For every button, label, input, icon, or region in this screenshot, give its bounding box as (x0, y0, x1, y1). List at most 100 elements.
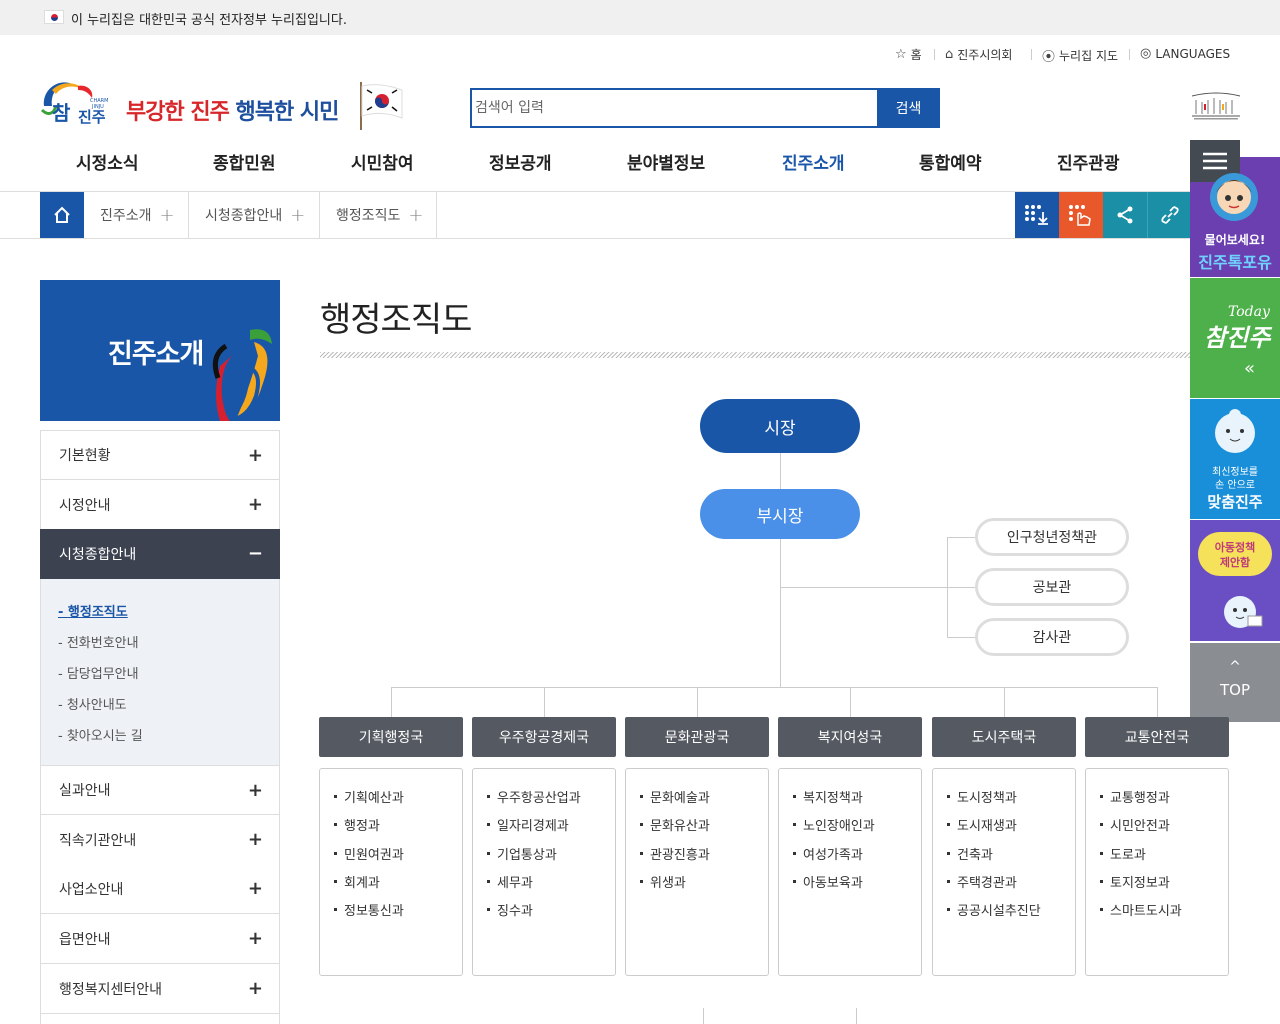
gnb-item[interactable]: 시정소식 (76, 149, 139, 174)
page-title: 행정조직도 (320, 300, 472, 340)
org-dept[interactable]: 문화예술과 (640, 787, 768, 815)
lnb-sub-item[interactable]: - 전화번호안내 (58, 632, 139, 651)
share-button[interactable] (1103, 192, 1147, 238)
org-dept[interactable]: 시민안전과 (1100, 815, 1228, 843)
org-dept[interactable]: 아동보육과 (793, 872, 921, 900)
org-line (703, 1008, 704, 1024)
org-dept[interactable]: 도로과 (1100, 844, 1228, 872)
org-dept[interactable]: 여성가족과 (793, 844, 921, 872)
divider (1031, 49, 1032, 60)
util-sitemap-link[interactable]: ⦿ 누리집 지도 (1042, 46, 1118, 65)
org-bureau[interactable]: 우주항공경제국 (472, 717, 616, 757)
plus-icon: + (247, 779, 263, 801)
lnb-item[interactable]: 시정안내 + (40, 480, 280, 530)
org-dept[interactable]: 건축과 (947, 844, 1075, 872)
org-line (947, 637, 975, 638)
lnb-sub-item[interactable]: - 청사안내도 (58, 694, 127, 713)
lnb-item[interactable]: 행정복지센터안내 + (40, 964, 280, 1014)
link-copy-button[interactable] (1147, 192, 1191, 238)
gnb-item[interactable]: 시민참여 (351, 149, 414, 174)
gnb-item[interactable]: 종합민원 (213, 149, 276, 174)
svg-text:JINJU: JINJU (91, 104, 104, 110)
download-button[interactable] (1015, 192, 1059, 238)
org-bureau[interactable]: 기획행정국 (319, 717, 463, 757)
util-council-link[interactable]: ⌂ 진주시의회 (945, 46, 1012, 63)
child-policy-banner[interactable]: 아동정책 제안함 (1190, 520, 1280, 641)
gnb-item-active[interactable]: 진주소개 (782, 149, 845, 174)
org-vice-mayor[interactable]: 부시장 (700, 489, 860, 539)
breadcrumb-item[interactable]: 행정조직도 + (320, 192, 437, 238)
mascot-icon (1224, 596, 1263, 628)
lnb-sub-item[interactable]: - 담당업무안내 (58, 663, 139, 682)
lnb-item (40, 1013, 280, 1024)
plus-icon: + (159, 204, 175, 226)
org-dept[interactable]: 노인장애인과 (793, 815, 921, 843)
gnb-item[interactable]: 정보공개 (489, 149, 552, 174)
org-dept[interactable]: 도시재생과 (947, 815, 1075, 843)
home-icon (54, 206, 70, 223)
org-dept[interactable]: 우주항공산업과 (487, 787, 615, 815)
org-dept[interactable]: 교통행정과 (1100, 787, 1228, 815)
breadcrumb-item[interactable]: 시청종합안내 + (189, 192, 320, 238)
lnb-item[interactable]: 기본현황 + (40, 430, 280, 480)
org-dept[interactable]: 세무과 (487, 872, 615, 900)
breadcrumb-item[interactable]: 진주소개 + (84, 192, 189, 238)
city-of-creativity-logo-icon[interactable] (1188, 88, 1244, 122)
util-home-link[interactable]: ☆ 홈 (895, 46, 922, 63)
org-dept-list: 기획예산과 행정과 민원여권과 회계과 정보통신과 (319, 768, 463, 976)
org-line (780, 587, 948, 588)
top-button[interactable]: ^ TOP (1190, 643, 1280, 722)
org-bureau[interactable]: 문화관광국 (625, 717, 769, 757)
org-dept[interactable]: 관광진흥과 (640, 844, 768, 872)
org-dept[interactable]: 도시정책과 (947, 787, 1075, 815)
search-input[interactable] (472, 90, 878, 126)
org-dept[interactable]: 문화유산과 (640, 815, 768, 843)
talk-for-you-banner[interactable]: 물어보세요! 진주톡포유 (1190, 140, 1280, 277)
org-line (856, 1008, 857, 1024)
org-dept[interactable]: 행정과 (334, 815, 462, 843)
contact-button[interactable] (1059, 192, 1103, 238)
lnb-sub-item-active[interactable]: - 행정조직도 (58, 601, 128, 620)
util-languages-link[interactable]: ◎ LANGUAGES (1140, 46, 1230, 61)
city-logo[interactable]: 참 진주 CHARM JINJU (38, 76, 114, 128)
org-dept[interactable]: 기획예산과 (334, 787, 462, 815)
mascot-icon (1215, 409, 1255, 453)
org-dept[interactable]: 징수과 (487, 900, 615, 928)
org-bureau[interactable]: 복지여성국 (778, 717, 922, 757)
org-dept[interactable]: 복지정책과 (793, 787, 921, 815)
org-dept[interactable]: 민원여권과 (334, 844, 462, 872)
star-icon: ☆ (895, 47, 907, 62)
gnb-item[interactable]: 진주관광 (1057, 149, 1120, 174)
lnb-item[interactable]: 사업소안내 + (40, 864, 280, 914)
lnb-item[interactable]: 직속기관안내 + (40, 815, 280, 865)
org-dept[interactable]: 스마트도시과 (1100, 900, 1228, 928)
gnb-item[interactable]: 통합예약 (919, 149, 982, 174)
org-dept[interactable]: 주택경관과 (947, 872, 1075, 900)
search-button[interactable]: 검색 (877, 88, 940, 128)
org-bureau[interactable]: 도시주택국 (932, 717, 1076, 757)
org-staff-office[interactable]: 인구청년정책관 (975, 518, 1129, 556)
lnb-item[interactable]: 읍면안내 + (40, 914, 280, 964)
lnb-sub-item[interactable]: - 찾아오시는 길 (58, 725, 143, 744)
org-staff-office[interactable]: 감사관 (975, 618, 1129, 656)
gnb-item[interactable]: 분야별정보 (627, 149, 705, 174)
gov-banner-text: 이 누리집은 대한민국 공식 전자정부 누리집입니다. (71, 13, 347, 28)
org-dept[interactable]: 토지정보과 (1100, 872, 1228, 900)
org-dept[interactable]: 정보통신과 (334, 900, 462, 928)
org-mayor[interactable]: 시장 (700, 399, 860, 453)
org-dept[interactable]: 회계과 (334, 872, 462, 900)
gov-banner: 이 누리집은 대한민국 공식 전자정부 누리집입니다. (0, 0, 1280, 35)
today-jinju-banner[interactable]: Today 참진주 « (1190, 278, 1280, 398)
lnb-item[interactable]: 실과안내 + (40, 765, 280, 815)
org-bureau[interactable]: 교통안전국 (1085, 717, 1229, 757)
custom-jinju-banner[interactable]: 최신정보를 손 안으로 맞춤진주 (1190, 399, 1280, 519)
plus-icon: + (247, 494, 263, 515)
lnb-item-active[interactable]: 시청종합안내 − (40, 529, 280, 579)
org-dept[interactable]: 기업통상과 (487, 844, 615, 872)
breadcrumb-home-button[interactable] (40, 192, 84, 238)
org-dept[interactable]: 공공시설추진단 (947, 900, 1075, 928)
org-dept[interactable]: 위생과 (640, 872, 768, 900)
org-dept[interactable]: 일자리경제과 (487, 815, 615, 843)
divider (934, 49, 935, 60)
org-staff-office[interactable]: 공보관 (975, 568, 1129, 606)
